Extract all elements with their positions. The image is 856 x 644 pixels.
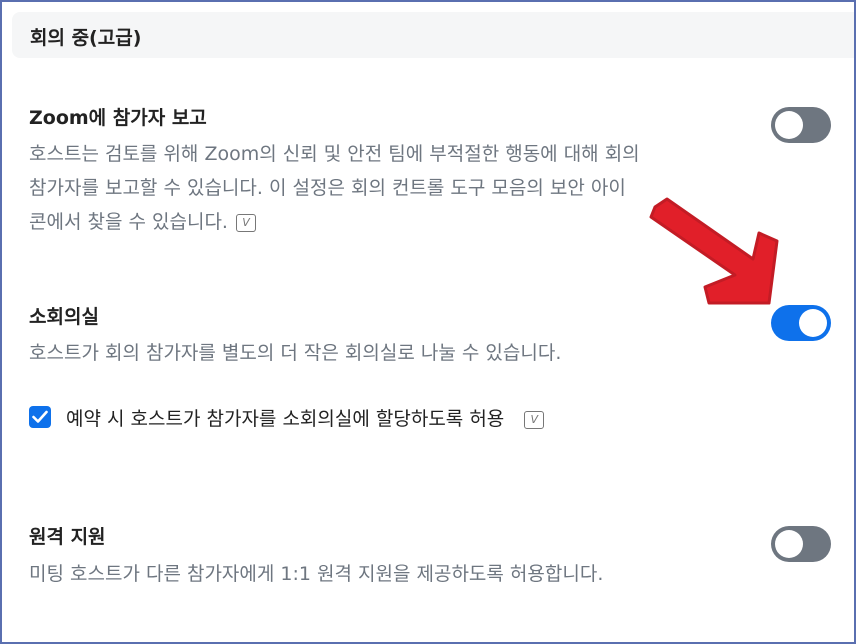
desc-line-text: 콘에서 찾을 수 있습니다.	[29, 211, 228, 233]
toggle-report-participants[interactable]	[771, 107, 831, 143]
setting-title-breakout-rooms: 소회의실	[29, 306, 99, 328]
desc-line: 참가자를 보고할 수 있습니다. 이 설정은 회의 컨트롤 도구 모음의 보안 …	[29, 177, 626, 199]
desc-line: 콘에서 찾을 수 있습니다. V	[29, 205, 745, 239]
section-title: 회의 중(고급)	[30, 27, 142, 49]
setting-desc-remote-support: 미팅 호스트가 다른 참가자에게 1:1 원격 지원을 제공하도록 허용합니다.	[29, 563, 604, 585]
check-icon	[32, 410, 48, 423]
toggle-knob	[775, 530, 803, 558]
screenshot-frame	[0, 0, 856, 644]
checkbox-label: 예약 시 호스트가 참가자를 소회의실에 할당하도록 허용 V	[66, 404, 545, 431]
toggle-knob	[775, 111, 803, 139]
setting-title-remote-support: 원격 지원	[29, 526, 106, 548]
checkbox-assign-breakout-rooms[interactable]	[29, 406, 51, 428]
red-arrow-annotation	[649, 197, 779, 305]
setting-desc-report-participants: 호스트는 검토를 위해 Zoom의 신뢰 및 안전 팀에 부적절한 행동에 대해…	[29, 137, 745, 239]
desc-line: 호스트는 검토를 위해 Zoom의 신뢰 및 안전 팀에 부적절한 행동에 대해…	[29, 143, 640, 165]
checkbox-label-text: 예약 시 호스트가 참가자를 소회의실에 할당하도록 허용	[66, 408, 505, 430]
setting-title-report-participants: Zoom에 참가자 보고	[29, 107, 207, 129]
toggle-remote-support[interactable]	[771, 526, 831, 562]
toggle-knob	[799, 309, 827, 337]
v-info-icon[interactable]: V	[235, 213, 256, 232]
v-info-icon[interactable]: V	[524, 410, 545, 429]
toggle-breakout-rooms[interactable]	[771, 305, 831, 341]
section-header: 회의 중(고급)	[12, 12, 854, 58]
setting-desc-breakout-rooms: 호스트가 회의 참가자를 별도의 더 작은 회의실로 나눌 수 있습니다.	[29, 342, 562, 364]
